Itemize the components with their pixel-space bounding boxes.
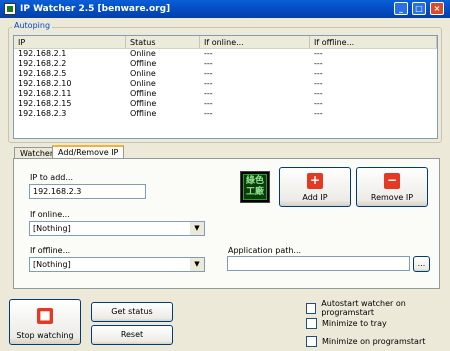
ip-label: IP to add... (30, 173, 73, 182)
if-online-cell: --- (204, 79, 213, 88)
minimize-button[interactable]: _ (394, 2, 408, 15)
column-if-online[interactable]: If online... (200, 36, 310, 48)
app-path-input[interactable] (227, 256, 410, 271)
ip-cell: 192.168.2.2 (18, 59, 67, 68)
add-ip-label: Add IP (302, 193, 328, 202)
table-row[interactable]: 192.168.2.10 Online --- --- (14, 79, 437, 89)
column-status[interactable]: Status (126, 36, 200, 48)
add-ip-button[interactable]: + Add IP (279, 167, 351, 207)
if-offline-cell: --- (314, 109, 323, 118)
status-cell: Offline (130, 59, 157, 68)
reset-button[interactable]: Reset (91, 325, 173, 345)
table-row[interactable]: 192.168.2.2 Offline --- --- (14, 59, 437, 69)
ip-cell: 192.168.2.10 (18, 79, 72, 88)
checkbox-box[interactable] (306, 318, 317, 329)
table-row[interactable]: 192.168.2.11 Offline --- --- (14, 89, 437, 99)
if-online-cell: --- (204, 89, 213, 98)
if-offline-cell: --- (314, 79, 323, 88)
table-row[interactable]: 192.168.2.3 Offline --- --- (14, 109, 437, 119)
checkbox-box[interactable] (306, 336, 317, 347)
if-online-cell: --- (204, 109, 213, 118)
checkbox-box[interactable] (306, 302, 317, 314)
minus-icon: − (384, 173, 400, 189)
stop-icon: ■ (37, 308, 53, 324)
remove-ip-button[interactable]: − Remove IP (356, 167, 428, 207)
if-offline-cell: --- (314, 49, 323, 58)
plus-icon: + (307, 173, 323, 189)
get-status-button[interactable]: Get status (91, 302, 173, 322)
offline-select[interactable]: [Nothing] ▼ (29, 257, 205, 272)
if-offline-cell: --- (314, 89, 323, 98)
offline-select-value: [Nothing] (33, 260, 71, 269)
if-online-cell: --- (204, 69, 213, 78)
minimize-on-start-checkbox[interactable]: Minimize on programstart (306, 336, 425, 347)
status-cell: Offline (130, 99, 157, 108)
logo: 綠色 工廠 (240, 171, 270, 203)
remove-ip-label: Remove IP (370, 193, 414, 202)
ip-cell: 192.168.2.3 (18, 109, 67, 118)
status-cell: Offline (130, 89, 157, 98)
offline-label: If offline... (30, 246, 71, 255)
ip-input[interactable]: 192.168.2.3 (29, 184, 146, 199)
ip-cell: 192.168.2.5 (18, 69, 67, 78)
status-cell: Offline (130, 109, 157, 118)
app-icon (4, 3, 16, 15)
if-online-cell: --- (204, 49, 213, 58)
minimize-to-tray-checkbox[interactable]: Minimize to tray (306, 318, 387, 329)
online-select[interactable]: [Nothing] ▼ (29, 221, 205, 236)
table-row[interactable]: 192.168.2.15 Offline --- --- (14, 99, 437, 109)
app-path-label: Application path... (228, 246, 302, 255)
online-label: If online... (30, 210, 70, 219)
column-ip[interactable]: IP (14, 36, 126, 48)
minimize-on-start-label: Minimize on programstart (322, 337, 426, 346)
close-button[interactable]: × (430, 2, 444, 15)
status-cell: Online (130, 69, 156, 78)
if-online-cell: --- (204, 59, 213, 68)
tab-add-remove-ip[interactable]: Add/Remove IP (52, 145, 125, 158)
stop-watching-label: Stop watching (16, 331, 74, 340)
window-title: IP Watcher 2.5 [benware.org] (20, 4, 171, 14)
ip-cell: 192.168.2.1 (18, 49, 67, 58)
ip-cell: 192.168.2.15 (18, 99, 72, 108)
online-select-value: [Nothing] (33, 224, 71, 233)
table-row[interactable]: 192.168.2.1 Online --- --- (14, 49, 437, 59)
column-if-offline[interactable]: If offline... (310, 36, 437, 48)
autoping-label: Autoping (12, 21, 53, 30)
if-online-cell: --- (204, 99, 213, 108)
stop-watching-button[interactable]: ■ Stop watching (9, 299, 81, 345)
if-offline-cell: --- (314, 69, 323, 78)
autostart-label: Autostart watcher on programstart (321, 299, 406, 317)
if-offline-cell: --- (314, 59, 323, 68)
chevron-down-icon: ▼ (190, 222, 204, 235)
table-row[interactable]: 192.168.2.5 Online --- --- (14, 69, 437, 79)
maximize-button[interactable]: □ (412, 2, 426, 15)
list-header: IP Status If online... If offline... (14, 36, 437, 49)
minimize-to-tray-label: Minimize to tray (322, 319, 387, 328)
if-offline-cell: --- (314, 99, 323, 108)
chevron-down-icon: ▼ (190, 258, 204, 271)
ip-list[interactable]: IP Status If online... If offline... 192… (13, 35, 438, 139)
status-cell: Online (130, 49, 156, 58)
title-bar: IP Watcher 2.5 [benware.org] _ □ × (0, 0, 450, 18)
logo-text: 綠色 工廠 (243, 174, 267, 200)
autostart-checkbox[interactable]: Autostart watcher on programstart (306, 299, 450, 317)
browse-button[interactable]: ... (413, 256, 430, 272)
ip-cell: 192.168.2.11 (18, 89, 72, 98)
status-cell: Online (130, 79, 156, 88)
